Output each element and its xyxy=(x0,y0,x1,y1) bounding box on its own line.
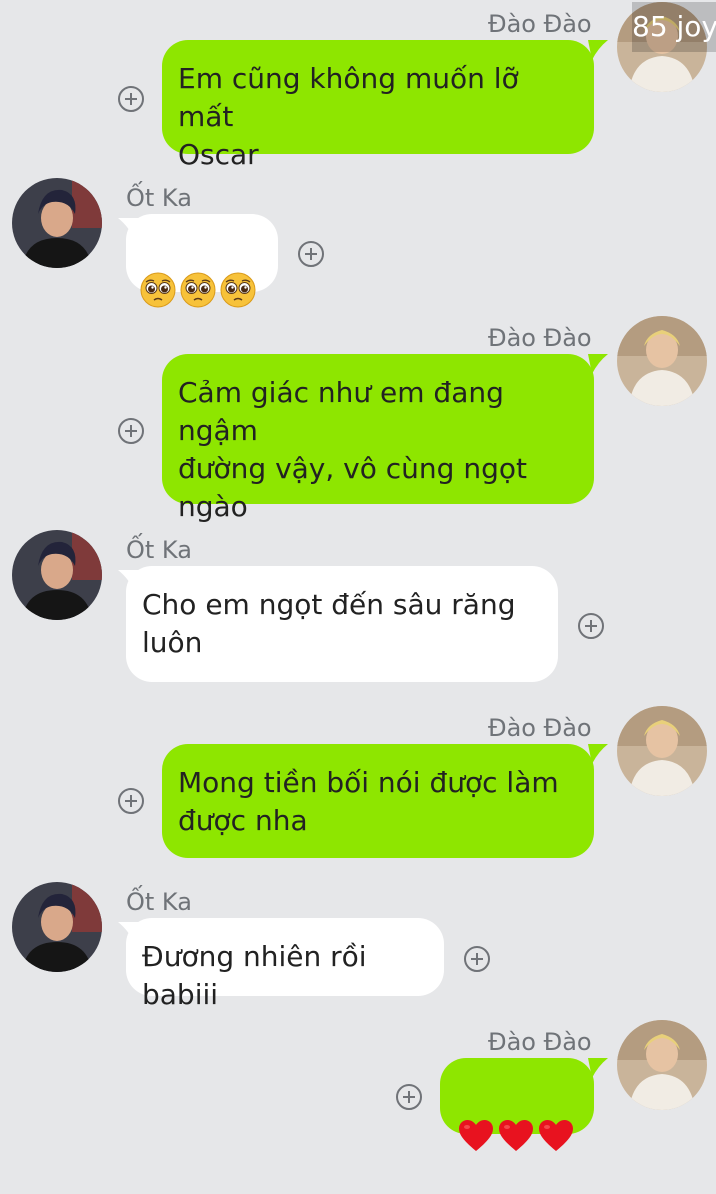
sender-name: Đào Đào xyxy=(488,10,592,38)
message-bubble[interactable]: Cảm giác như em đang ngậm đường vậy, vô … xyxy=(162,354,594,523)
watermark: 85 joy xyxy=(632,2,716,52)
other-avatar[interactable] xyxy=(12,882,102,972)
bubble-tail xyxy=(588,1058,610,1078)
red-heart-icon xyxy=(459,1120,493,1151)
add-reaction-icon[interactable] xyxy=(396,1084,422,1110)
add-reaction-icon[interactable] xyxy=(118,788,144,814)
message-bubble[interactable]: Cho em ngọt đến sâu răng luôn xyxy=(126,566,558,682)
add-reaction-icon[interactable] xyxy=(118,86,144,112)
add-reaction-icon[interactable] xyxy=(578,613,604,639)
sender-name: Đào Đào xyxy=(488,1028,592,1056)
add-reaction-icon[interactable] xyxy=(464,946,490,972)
sender-name: Đào Đào xyxy=(488,714,592,742)
pleading-face-icon xyxy=(180,272,216,308)
pleading-face-icon xyxy=(220,272,256,308)
chat-screen: { "contacts": { "self_name": "Đào Đào", … xyxy=(0,0,716,1152)
sender-name: Ốt Ka xyxy=(126,184,192,212)
other-avatar[interactable] xyxy=(12,178,102,268)
message-bubble[interactable] xyxy=(440,1058,594,1151)
self-avatar[interactable] xyxy=(617,1020,707,1110)
message-bubble[interactable]: Mong tiền bối nói được làm được nha xyxy=(162,744,594,858)
message-bubble[interactable]: Em cũng không muốn lỡ mất Oscar xyxy=(162,40,594,171)
sender-name: Ốt Ka xyxy=(126,536,192,564)
emoji-row xyxy=(140,270,264,310)
add-reaction-icon[interactable] xyxy=(118,418,144,444)
sender-name: Ốt Ka xyxy=(126,888,192,916)
bubble-tail xyxy=(588,744,610,764)
self-avatar[interactable] xyxy=(617,316,707,406)
add-reaction-icon[interactable] xyxy=(298,241,324,267)
other-avatar[interactable] xyxy=(12,530,102,620)
sender-name: Đào Đào xyxy=(488,324,592,352)
emoji-row xyxy=(458,1116,580,1156)
red-heart-icon xyxy=(499,1120,533,1151)
bubble-tail xyxy=(588,40,610,60)
bubble-tail xyxy=(588,354,610,374)
pleading-face-icon xyxy=(140,272,176,308)
message-bubble[interactable] xyxy=(126,214,278,308)
message-bubble[interactable]: Đương nhiên rồi babiii xyxy=(126,918,444,1011)
red-heart-icon xyxy=(539,1120,573,1151)
self-avatar[interactable] xyxy=(617,706,707,796)
